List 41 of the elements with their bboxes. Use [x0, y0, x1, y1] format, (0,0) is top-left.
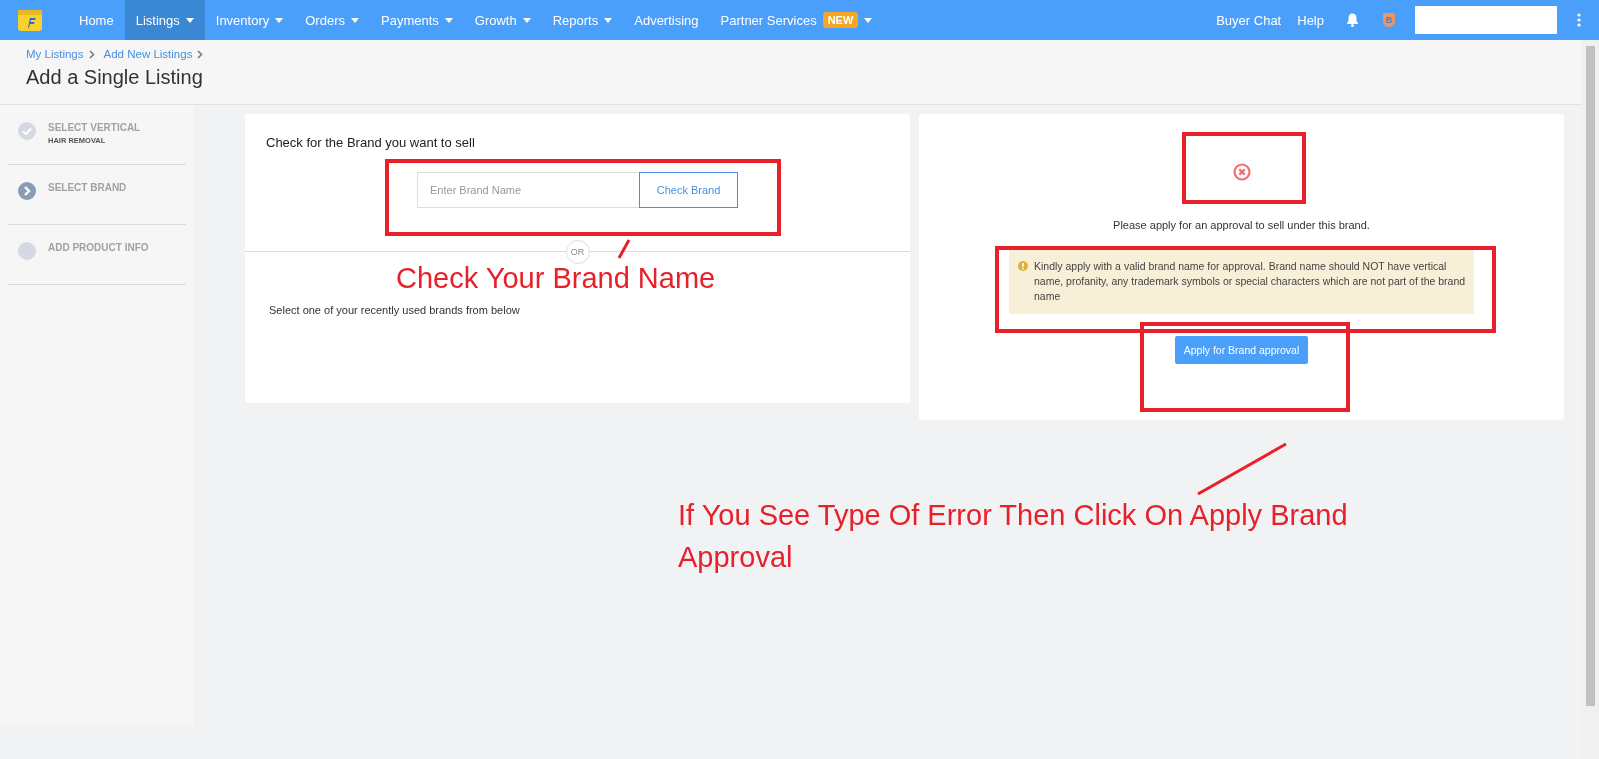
- more-options-icon[interactable]: [1577, 13, 1581, 27]
- nav-link[interactable]: Help: [1297, 12, 1324, 28]
- nav-menu-item[interactable]: Orders: [294, 0, 370, 40]
- warning-icon: [1018, 261, 1028, 271]
- warning-text: Kindly apply with a valid brand name for approval. Brand name should NOT have vertical name, profanity, any trademark symbols or special characters which are not part of the brand name: [1034, 259, 1466, 305]
- bell-icon[interactable]: [1346, 13, 1359, 27]
- nav-menu-item[interactable]: Advertising: [623, 0, 710, 40]
- annotation-text: Check Your Brand Name: [396, 261, 716, 295]
- error-icon: [1232, 163, 1251, 181]
- nav-menu-item[interactable]: Payments: [370, 0, 464, 40]
- scrollbar-thumb[interactable]: [1586, 46, 1595, 706]
- scrollbar[interactable]: [1582, 40, 1599, 759]
- annotation-text: If You See Type Of Error Then Click On Apply Brand Approval: [678, 498, 1349, 575]
- check-brand-button[interactable]: Check Brand: [639, 172, 738, 208]
- nav-menu-item[interactable]: Listings: [124, 0, 205, 40]
- chevron-icon: [197, 49, 204, 59]
- step-title[interactable]: SELECT BRAND: [48, 182, 127, 193]
- recent-brands-text: Select one of your recently used brands from below: [269, 304, 520, 316]
- step-status-icon: [18, 122, 36, 140]
- step-status-icon: [18, 242, 36, 260]
- shield-badge-icon[interactable]: B: [1383, 13, 1395, 27]
- annotation-line: [616, 238, 632, 260]
- nav-menu-item[interactable]: Inventory: [204, 0, 295, 40]
- step-title[interactable]: SELECT VERTICAL: [48, 122, 141, 133]
- nav-menu-item[interactable]: Home: [68, 0, 125, 40]
- or-divider-label: OR: [565, 240, 590, 264]
- breadcrumb-link[interactable]: Add New Listings: [103, 48, 193, 60]
- nav-menu-item[interactable]: Growth: [463, 0, 542, 40]
- page-title: Add a Single Listing: [26, 66, 204, 89]
- card-heading: Check for the Brand you want to sell: [265, 134, 476, 150]
- chevron-icon: [88, 49, 95, 59]
- apply-brand-approval-button[interactable]: Apply for Brand approval: [1174, 335, 1309, 364]
- brand-name-input[interactable]: Enter Brand Name: [417, 172, 639, 208]
- step-status-icon: [18, 182, 36, 200]
- nav-menu-item[interactable]: Partner Services NEW: [709, 0, 884, 40]
- approval-message: Please apply for an approval to sell under this brand.: [1113, 219, 1370, 231]
- nav-menu-item[interactable]: Reports: [541, 0, 624, 40]
- new-badge: NEW: [822, 12, 859, 28]
- step-title[interactable]: ADD PRODUCT INFO: [48, 242, 149, 253]
- breadcrumb-link[interactable]: My Listings: [26, 48, 84, 60]
- nav-link[interactable]: Buyer Chat: [1216, 12, 1282, 28]
